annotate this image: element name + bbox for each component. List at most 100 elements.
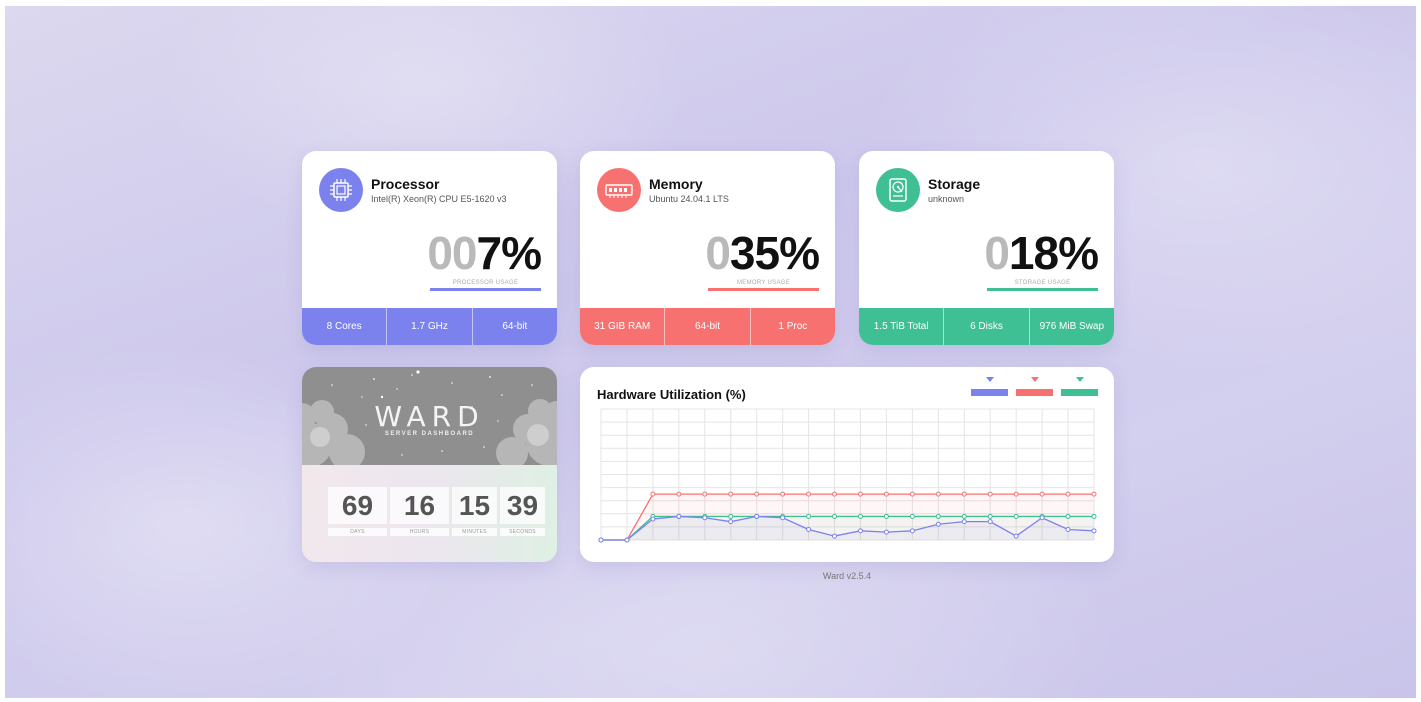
processor-usage-bar: [430, 288, 541, 291]
utilization-chart: [598, 408, 1097, 543]
series-point-1: [1065, 513, 1071, 519]
series-point-0: [987, 491, 993, 497]
series-point-0: [832, 491, 838, 497]
memory-ram: 31 GIB RAM: [580, 308, 666, 345]
processor-arch: 64-bit: [502, 321, 528, 332]
memory-procs: 1 Proc: [778, 321, 808, 332]
storage-title: Storage: [928, 176, 981, 192]
ward-banner: WARD SERVER DASHBOARD: [302, 367, 557, 465]
series-point-2: [1065, 527, 1071, 533]
uptime-minutes: 15 MINUTES: [452, 487, 497, 536]
memory-usage-label: MEMORY USAGE: [736, 280, 791, 286]
series-point-1: [883, 513, 889, 519]
series-point-1: [832, 513, 838, 519]
series-point-1: [909, 513, 915, 519]
series-point-2: [650, 516, 656, 522]
storage-usage-bar: [987, 288, 1098, 291]
processor-stats: 8 Cores 1.7 GHz 64-bit: [302, 308, 557, 345]
series-point-0: [857, 491, 863, 497]
series-point-0: [754, 491, 760, 497]
series-point-0: [935, 491, 941, 497]
uptime-card: WARD SERVER DASHBOARD 69 DAYS 16 HOURS 1…: [302, 367, 557, 562]
hardware-utilization-card: Hardware Utilization (%): [580, 367, 1114, 562]
processor-model: Intel(R) Xeon(R) CPU E5-1620 v3: [371, 194, 507, 204]
uptime-seconds: 39 SECONDS: [500, 487, 545, 536]
memory-stats: 31 GIB RAM 64-bit 1 Proc: [580, 308, 835, 345]
ward-logo: WARD: [374, 400, 485, 433]
uptime-seconds-value: 39: [500, 487, 545, 524]
uptime-minutes-label: MINUTES: [452, 528, 497, 536]
series-point-2: [728, 519, 734, 525]
uptime-seconds-label: SECONDS: [500, 528, 545, 536]
uptime-hours-label: HOURS: [390, 528, 449, 536]
series-point-2: [987, 519, 993, 525]
series-point-2: [909, 528, 915, 534]
series-point-0: [909, 491, 915, 497]
series-point-1: [935, 513, 941, 519]
series-point-0: [961, 491, 967, 497]
series-point-2: [1039, 515, 1045, 521]
storage-stats: 1.5 TiB Total 6 Disks 976 MiB Swap: [859, 308, 1114, 345]
series-point-1: [857, 513, 863, 519]
series-point-0: [650, 491, 656, 497]
memory-usage-bar: [708, 288, 819, 291]
series-point-0: [883, 491, 889, 497]
uptime-hours-value: 16: [390, 487, 449, 524]
series-point-1: [987, 513, 993, 519]
ram-icon: [597, 168, 641, 212]
series-point-2: [935, 521, 941, 527]
series-point-1: [961, 513, 967, 519]
series-point-2: [702, 515, 708, 521]
series-point-0: [780, 491, 786, 497]
uptime-timer: 69 DAYS 16 HOURS 15 MINUTES 39 SECONDS: [328, 487, 548, 536]
uptime-minutes-value: 15: [452, 487, 497, 524]
processor-usage-label: PROCESSOR USAGE: [452, 280, 519, 286]
memory-title: Memory: [649, 176, 703, 192]
processor-usage-percent: 007%: [427, 227, 542, 279]
memory-arch: 64-bit: [665, 308, 751, 345]
series-point-1: [1091, 513, 1097, 519]
series-point-2: [1013, 533, 1019, 539]
processor-clock: 1.7 GHz: [387, 308, 473, 345]
series-point-2: [832, 533, 838, 539]
storage-total: 1.5 TiB Total: [859, 308, 945, 345]
series-point-0: [702, 491, 708, 497]
series-point-0: [1065, 491, 1071, 497]
series-point-1: [728, 513, 734, 519]
storage-usage-percent: 018%: [984, 227, 1099, 279]
uptime-days-value: 69: [328, 487, 387, 524]
series-point-0: [806, 491, 812, 497]
memory-usage-percent: 035%: [705, 227, 820, 279]
series-point-2: [676, 513, 682, 519]
series-point-2: [806, 527, 812, 533]
processor-card: Processor Intel(R) Xeon(R) CPU E5-1620 v…: [302, 151, 557, 345]
ward-logo-subtitle: SERVER DASHBOARD: [384, 431, 475, 437]
series-point-0: [676, 491, 682, 497]
series-point-0: [1013, 491, 1019, 497]
series-point-0: [1091, 491, 1097, 497]
series-point-1: [1013, 513, 1019, 519]
memory-os: Ubuntu 24.04.1 LTS: [649, 194, 729, 204]
storage-swap: 976 MiB Swap: [1039, 321, 1105, 332]
series-point-1: [806, 513, 812, 519]
uptime-hours: 16 HOURS: [390, 487, 449, 536]
storage-subtitle: unknown: [928, 194, 965, 204]
hard-drive-icon: [876, 168, 920, 212]
series-point-0: [728, 491, 734, 497]
uptime-days: 69 DAYS: [328, 487, 387, 536]
uptime-days-label: DAYS: [328, 528, 387, 536]
series-point-2: [857, 528, 863, 534]
series-point-2: [961, 519, 967, 525]
processor-title: Processor: [371, 176, 440, 192]
series-point-2: [1091, 528, 1097, 534]
series-point-2: [780, 515, 786, 521]
cpu-icon: [319, 168, 363, 212]
page-background: [5, 6, 1416, 698]
storage-usage-label: STORAGE USAGE: [1014, 280, 1071, 286]
series-point-2: [883, 529, 889, 535]
storage-card: Storage unknown 018% STORAGE USAGE 1.5 T…: [859, 151, 1114, 345]
series-point-2: [598, 537, 604, 543]
memory-card: Memory Ubuntu 24.04.1 LTS 035% MEMORY US…: [580, 151, 835, 345]
series-point-0: [1039, 491, 1045, 497]
processor-cores: 8 Cores: [302, 308, 388, 345]
